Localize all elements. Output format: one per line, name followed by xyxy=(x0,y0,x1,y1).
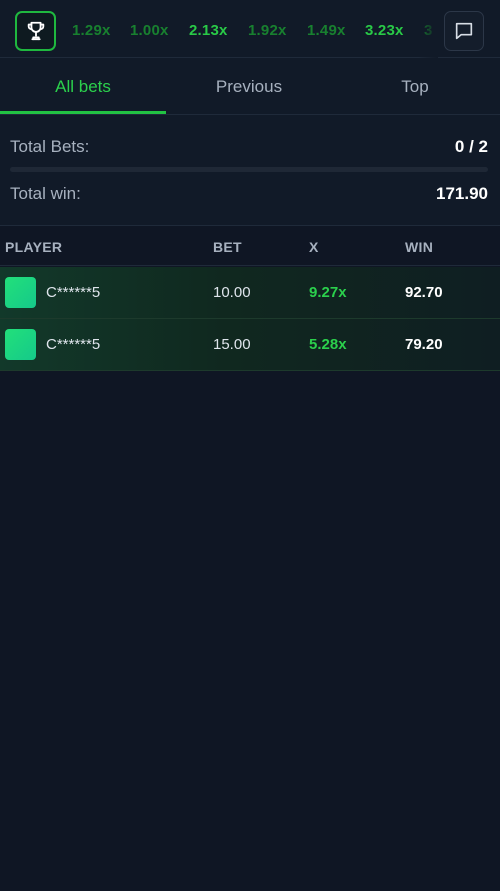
avatar xyxy=(5,277,36,308)
column-header-bet: BET xyxy=(213,239,242,255)
trophy-icon xyxy=(27,21,44,41)
multiplier-badge[interactable]: 1.49x xyxy=(307,22,346,39)
multiplier-history-bar: 1.29x 1.00x 2.13x 1.92x 1.49x 3.23x 3 xyxy=(0,0,500,58)
multiplier-list: 1.29x 1.00x 2.13x 1.92x 1.49x 3.23x 3 xyxy=(60,0,438,58)
multiplier-badge[interactable]: 3.23x xyxy=(365,22,404,39)
bet-amount: 15.00 xyxy=(213,336,251,353)
table-row[interactable]: C******5 10.00 9.27x 92.70 xyxy=(0,267,500,319)
column-header-player: PLAYER xyxy=(5,239,63,255)
chat-icon xyxy=(455,22,473,40)
bets-tabs: All bets Previous Top xyxy=(0,58,500,115)
table-row[interactable]: C******5 15.00 5.28x 79.20 xyxy=(0,319,500,371)
multiplier-badge[interactable]: 2.13x xyxy=(189,22,228,39)
cashout-multiplier: 5.28x xyxy=(309,336,347,353)
multiplier-badge[interactable]: 1.00x xyxy=(130,22,169,39)
total-bets-value: 0 / 2 xyxy=(454,137,488,156)
bets-progress-bar xyxy=(10,167,488,172)
tab-all-bets[interactable]: All bets xyxy=(0,58,166,115)
active-tab-indicator xyxy=(0,111,166,114)
win-amount: 79.20 xyxy=(405,336,443,353)
player-name: C******5 xyxy=(46,336,101,353)
trophy-button[interactable] xyxy=(15,11,56,51)
totals-summary: Total Bets: 0 / 2 Total win: 171.90 xyxy=(0,115,500,226)
scroll-fade xyxy=(418,0,438,58)
bets-table-header: PLAYER BET X WIN xyxy=(0,227,500,266)
cashout-multiplier: 9.27x xyxy=(309,284,347,301)
tab-previous[interactable]: Previous xyxy=(166,58,332,115)
win-amount: 92.70 xyxy=(405,284,443,301)
total-win-label: Total win: xyxy=(10,184,81,203)
chat-button[interactable] xyxy=(444,11,484,51)
bets-panel: 1.29x 1.00x 2.13x 1.92x 1.49x 3.23x 3 Al… xyxy=(0,0,500,891)
player-name: C******5 xyxy=(46,284,101,301)
multiplier-badge[interactable]: 1.29x xyxy=(72,22,111,39)
tab-top[interactable]: Top xyxy=(332,58,498,115)
column-header-x: X xyxy=(309,239,319,255)
multiplier-badge[interactable]: 1.92x xyxy=(248,22,287,39)
column-header-win: WIN xyxy=(405,239,434,255)
total-win-value: 171.90 xyxy=(436,184,488,203)
avatar xyxy=(5,329,36,360)
bet-amount: 10.00 xyxy=(213,284,251,301)
total-bets-label: Total Bets: xyxy=(10,137,90,156)
